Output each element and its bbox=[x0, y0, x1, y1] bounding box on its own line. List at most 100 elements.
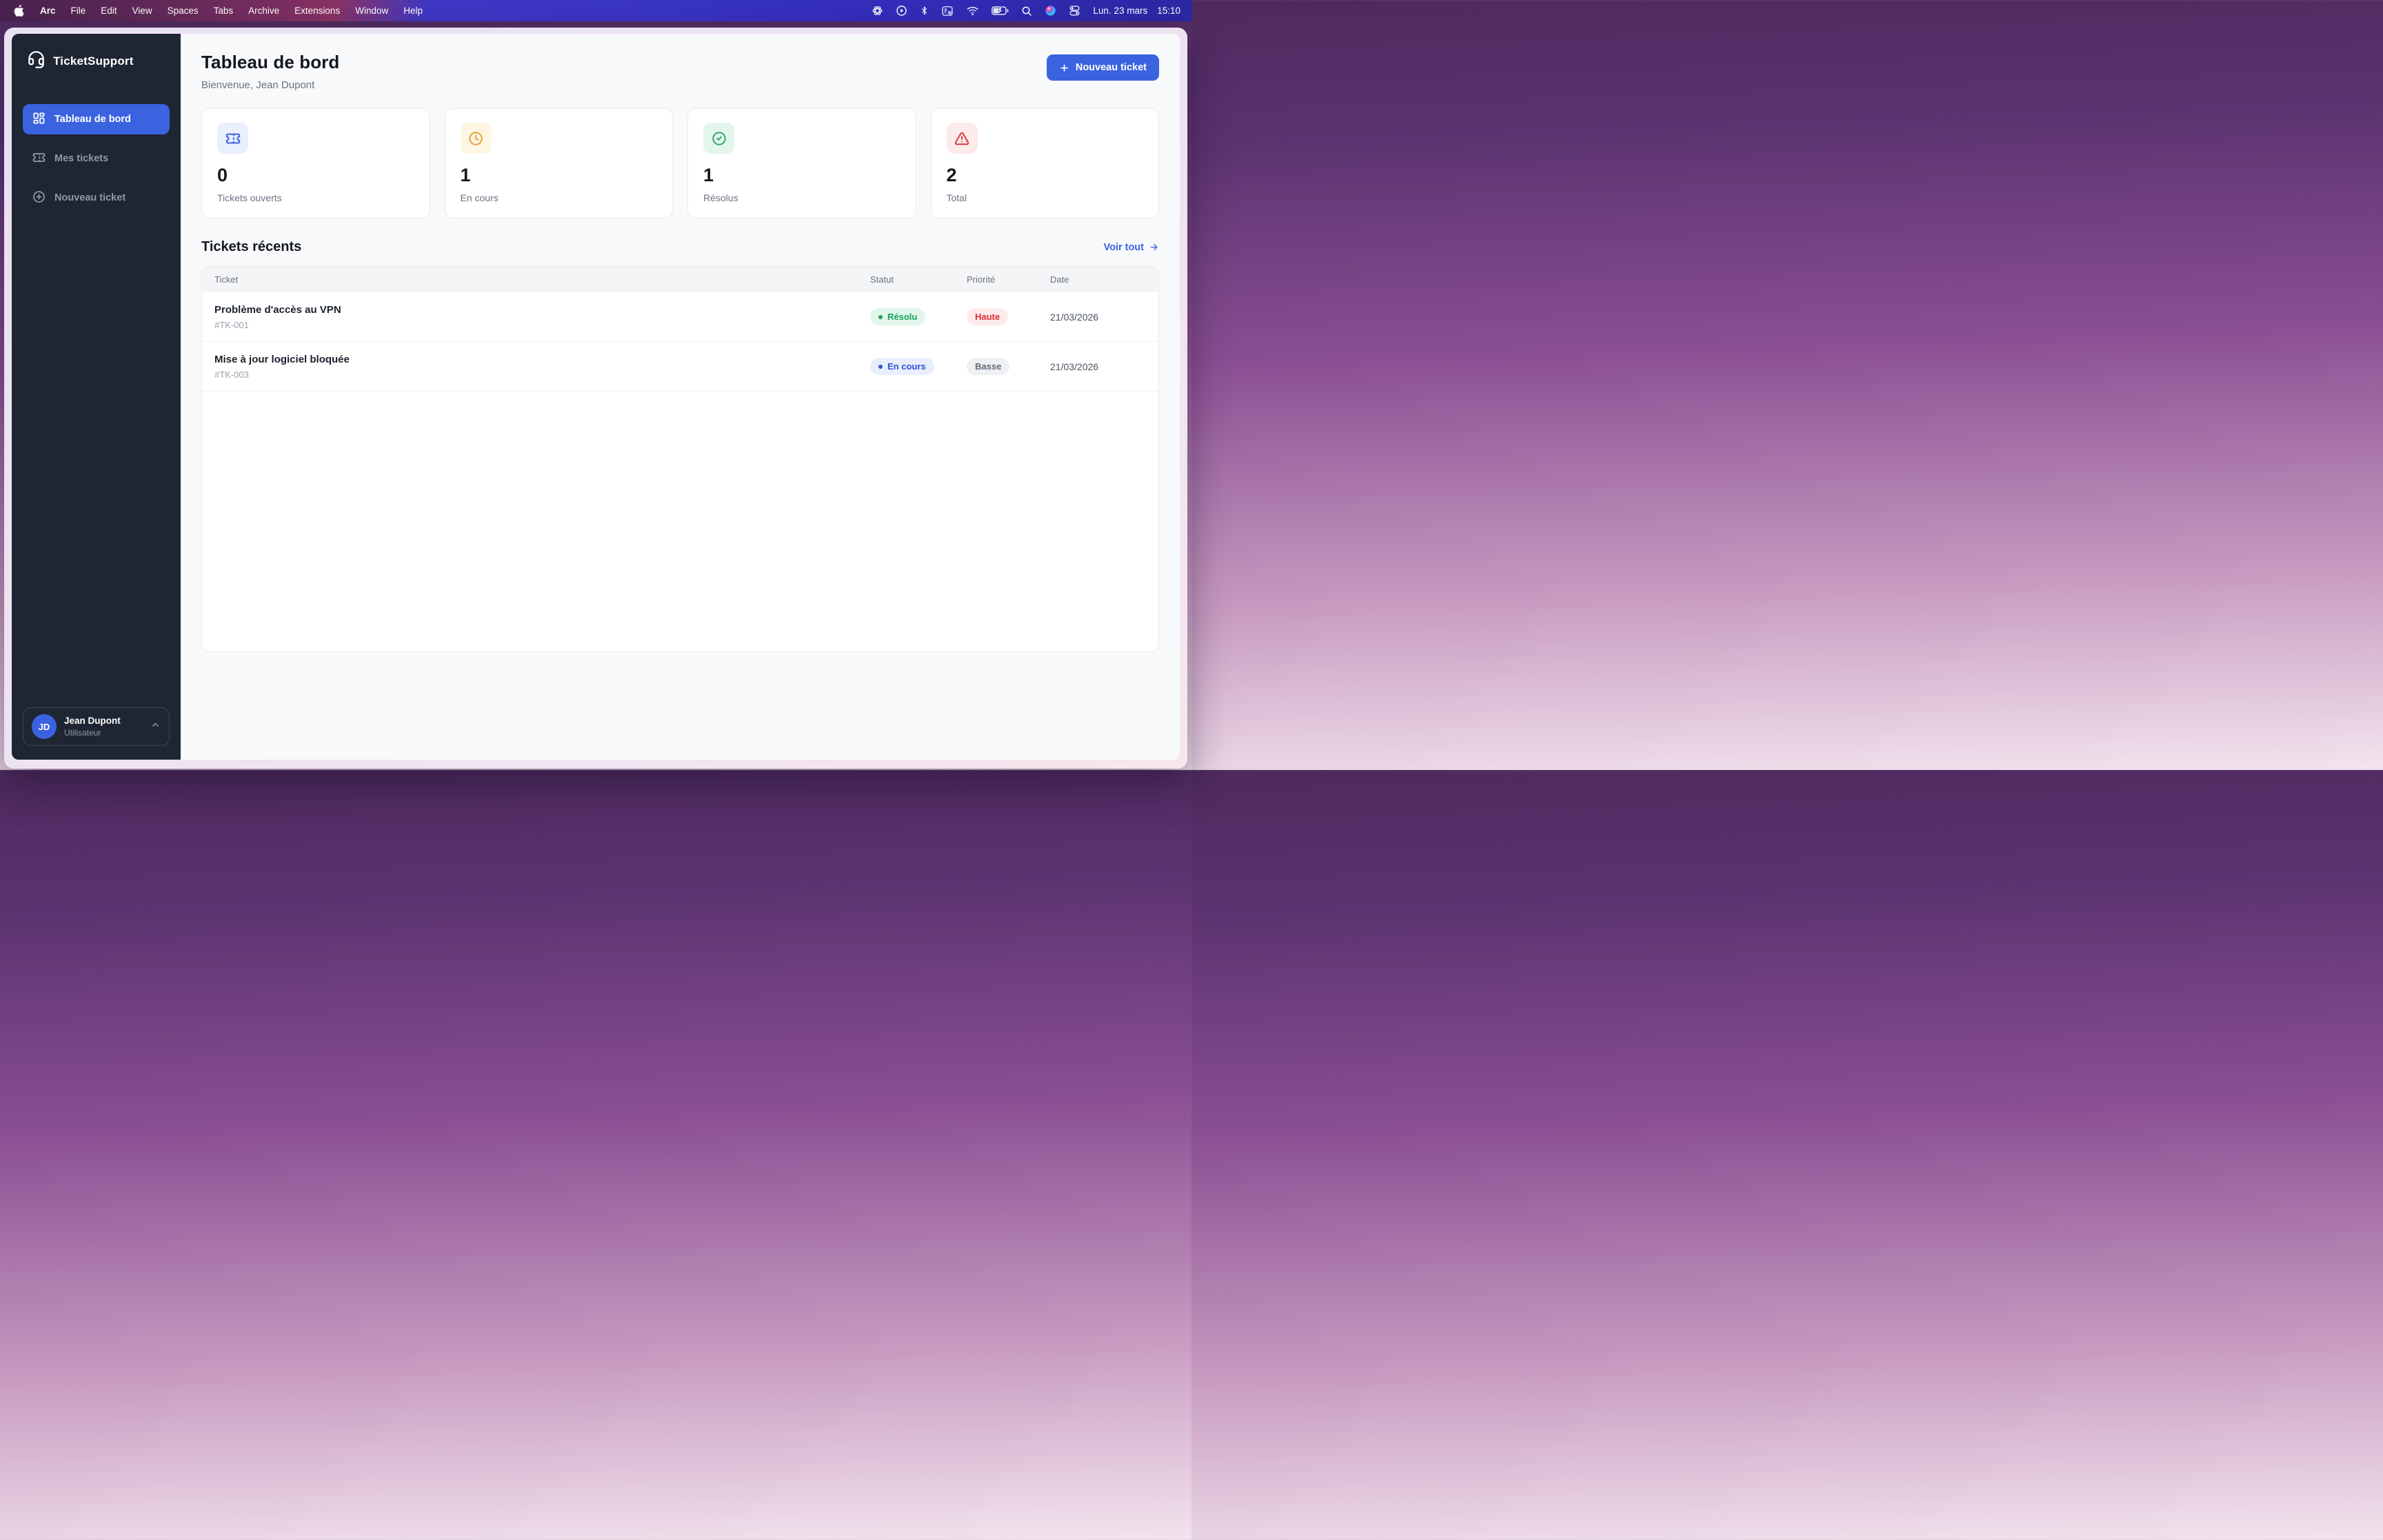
sidebar-nav: Tableau de bord Mes tickets Nouveau tick… bbox=[23, 104, 170, 213]
page-subtitle: Bienvenue, Jean Dupont bbox=[201, 79, 315, 91]
sidebar-item-my-tickets[interactable]: Mes tickets bbox=[23, 143, 170, 174]
ticket-cell: Mise à jour logiciel bloquée #TK-003 bbox=[214, 354, 870, 380]
sidebar-item-label: Tableau de bord bbox=[54, 114, 131, 125]
stat-card-total: 2 Total bbox=[930, 108, 1159, 219]
stat-label: Total bbox=[946, 192, 967, 203]
ticket-icon bbox=[217, 123, 248, 154]
column-priority: Priorité bbox=[967, 274, 996, 285]
table-row[interactable]: Problème d'accès au VPN #TK-001 Résolu H… bbox=[202, 292, 1158, 342]
menu-tabs[interactable]: Tabs bbox=[206, 0, 241, 21]
plus-icon bbox=[1059, 63, 1069, 73]
stat-label: Tickets ouverts bbox=[217, 192, 282, 203]
user-name: Jean Dupont bbox=[64, 716, 121, 726]
priority-badge: Basse bbox=[967, 358, 1010, 375]
brand-name: TicketSupport bbox=[53, 54, 134, 68]
sidebar-item-label: Mes tickets bbox=[54, 153, 109, 164]
column-ticket: Ticket bbox=[214, 274, 239, 285]
menubar-menus: Arc File Edit View Spaces Tabs Archive E… bbox=[11, 0, 430, 21]
page-title: Tableau de bord bbox=[201, 52, 340, 72]
stats-row: 0 Tickets ouverts 1 En cours 1 Résolus 2… bbox=[201, 108, 1159, 219]
date-cell: 21/03/2026 bbox=[1050, 311, 1099, 323]
stat-value: 2 bbox=[946, 165, 957, 185]
menu-help[interactable]: Help bbox=[396, 0, 430, 21]
menu-view[interactable]: View bbox=[125, 0, 160, 21]
status-dot-icon bbox=[878, 314, 883, 319]
battery-charging-icon[interactable] bbox=[992, 6, 1009, 16]
view-all-link[interactable]: Voir tout bbox=[1103, 242, 1159, 253]
user-meta: Jean Dupont Utilisateur bbox=[64, 716, 143, 738]
stat-label: Résolus bbox=[703, 192, 738, 203]
clock-icon bbox=[460, 123, 492, 154]
date-cell: 21/03/2026 bbox=[1050, 361, 1099, 372]
stat-value: 1 bbox=[460, 165, 471, 185]
menu-file[interactable]: File bbox=[63, 0, 94, 21]
table-header: Ticket Statut Priorité Date bbox=[202, 267, 1158, 292]
status-cell: Résolu bbox=[870, 308, 967, 325]
stat-value: 0 bbox=[217, 165, 228, 185]
chatgpt-icon[interactable] bbox=[872, 5, 883, 17]
sidebar-item-new-ticket[interactable]: Nouveau ticket bbox=[23, 183, 170, 213]
user-card[interactable]: JD Jean Dupont Utilisateur bbox=[23, 707, 170, 746]
keyboard-icon[interactable] bbox=[941, 6, 954, 17]
table-row[interactable]: Mise à jour logiciel bloquée #TK-003 En … bbox=[202, 342, 1158, 392]
siri-icon[interactable] bbox=[1045, 5, 1056, 17]
menu-spaces[interactable]: Spaces bbox=[160, 0, 206, 21]
recent-tickets-title: Tickets récents bbox=[201, 239, 302, 254]
ticket-id: #TK-003 bbox=[214, 369, 249, 380]
page-header-text: Tableau de bord Bienvenue, Jean Dupont bbox=[201, 52, 339, 91]
recent-tickets-header: Tickets récents Voir tout bbox=[201, 239, 1159, 255]
dashboard-icon bbox=[32, 112, 46, 128]
column-date: Date bbox=[1050, 274, 1069, 285]
check-circle-icon bbox=[703, 123, 734, 154]
ticket-title: Mise à jour logiciel bloquée bbox=[214, 353, 350, 365]
ticket-support-app: TicketSupport Tableau de bord Mes ticket… bbox=[12, 34, 1180, 760]
new-ticket-button[interactable]: Nouveau ticket bbox=[1046, 54, 1159, 81]
control-center-icon[interactable] bbox=[1069, 5, 1080, 17]
bluetooth-icon[interactable] bbox=[920, 5, 929, 17]
new-ticket-button-label: Nouveau ticket bbox=[1075, 62, 1147, 73]
priority-cell: Basse bbox=[967, 358, 1050, 375]
brand: TicketSupport bbox=[23, 50, 170, 72]
apple-menu-icon[interactable] bbox=[11, 5, 32, 17]
menubar-time: 15:10 bbox=[1157, 6, 1180, 16]
menu-extensions[interactable]: Extensions bbox=[287, 0, 348, 21]
stat-card-in-progress: 1 En cours bbox=[444, 108, 673, 219]
arrow-right-icon bbox=[1149, 242, 1159, 252]
page-header: Tableau de bord Bienvenue, Jean Dupont N… bbox=[201, 52, 1159, 91]
media-play-icon[interactable] bbox=[896, 5, 907, 17]
status-cell: En cours bbox=[870, 358, 967, 375]
stat-label: En cours bbox=[460, 192, 499, 203]
alert-triangle-icon bbox=[946, 123, 978, 154]
menubar-app-name[interactable]: Arc bbox=[32, 0, 63, 21]
ticket-id: #TK-001 bbox=[214, 319, 249, 330]
status-badge: Résolu bbox=[870, 308, 926, 325]
tickets-table: Ticket Statut Priorité Date Problème d'a… bbox=[201, 266, 1159, 652]
ticket-icon bbox=[32, 151, 46, 167]
avatar: JD bbox=[32, 714, 57, 739]
status-badge: En cours bbox=[870, 358, 934, 375]
menubar-date: Lun. 23 mars bbox=[1093, 6, 1148, 16]
browser-window: TicketSupport Tableau de bord Mes ticket… bbox=[4, 28, 1187, 769]
spotlight-search-icon[interactable] bbox=[1021, 6, 1032, 17]
main-content: Tableau de bord Bienvenue, Jean Dupont N… bbox=[181, 34, 1180, 760]
menubar-clock[interactable]: Lun. 23 mars 15:10 bbox=[1093, 6, 1180, 16]
headset-icon bbox=[27, 50, 46, 72]
menu-edit[interactable]: Edit bbox=[93, 0, 124, 21]
ticket-title: Problème d'accès au VPN bbox=[214, 303, 341, 316]
stat-value: 1 bbox=[703, 165, 714, 185]
status-dot-icon bbox=[878, 364, 883, 369]
menubar-status-area: Lun. 23 mars 15:10 bbox=[872, 5, 1180, 17]
column-status: Statut bbox=[870, 274, 894, 285]
chevron-up-icon bbox=[150, 720, 161, 733]
macos-menubar: Arc File Edit View Spaces Tabs Archive E… bbox=[0, 0, 1192, 21]
sidebar: TicketSupport Tableau de bord Mes ticket… bbox=[12, 34, 181, 760]
ticket-cell: Problème d'accès au VPN #TK-001 bbox=[214, 304, 870, 330]
stat-card-resolved: 1 Résolus bbox=[687, 108, 916, 219]
user-role: Utilisateur bbox=[64, 728, 101, 738]
sidebar-item-dashboard[interactable]: Tableau de bord bbox=[23, 104, 170, 134]
priority-cell: Haute bbox=[967, 308, 1050, 325]
sidebar-item-label: Nouveau ticket bbox=[54, 192, 126, 203]
menu-archive[interactable]: Archive bbox=[241, 0, 287, 21]
wifi-icon[interactable] bbox=[966, 6, 979, 16]
menu-window[interactable]: Window bbox=[348, 0, 396, 21]
